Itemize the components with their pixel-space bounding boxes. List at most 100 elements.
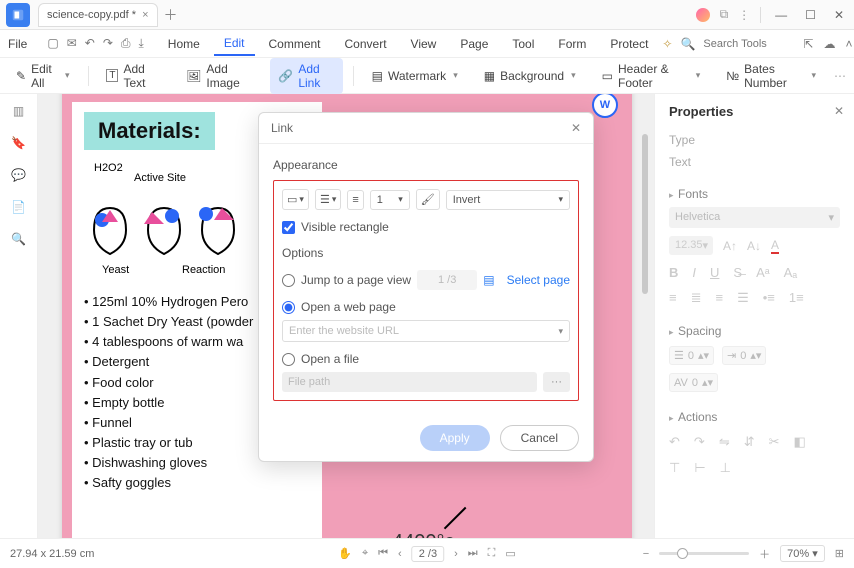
font-size-select[interactable]: 12.35▾ bbox=[669, 236, 713, 255]
rotate-right-icon[interactable]: ↷ bbox=[694, 434, 705, 450]
page-indicator[interactable]: 2 /3 bbox=[412, 546, 444, 562]
comments-icon[interactable]: 💬 bbox=[11, 168, 26, 182]
italic-icon[interactable]: I bbox=[692, 265, 696, 280]
align-center-icon[interactable]: ≣ bbox=[691, 290, 702, 306]
visible-rectangle-checkbox[interactable]: Visible rectangle bbox=[282, 220, 570, 234]
rotate-left-icon[interactable]: ↶ bbox=[669, 434, 680, 450]
zoom-in-icon[interactable]: ＋ bbox=[759, 546, 770, 562]
browse-button[interactable]: ··· bbox=[543, 372, 570, 392]
subscript-icon[interactable]: Aₐ bbox=[784, 265, 798, 280]
word-export-badge[interactable]: W bbox=[592, 94, 618, 118]
open-icon[interactable]: ▢ bbox=[47, 36, 58, 51]
highlight-select[interactable]: Invert▾ bbox=[446, 190, 570, 210]
decrease-font-icon[interactable]: A↓ bbox=[747, 239, 761, 253]
underline-icon[interactable]: U bbox=[710, 265, 719, 280]
zoom-value[interactable]: 70% ▾ bbox=[780, 545, 825, 562]
add-link-button[interactable]: 🔗 Add Link bbox=[270, 58, 342, 94]
menu-page[interactable]: Page bbox=[450, 33, 498, 55]
file-path-input[interactable]: File path bbox=[282, 372, 537, 392]
list-number-icon[interactable]: 1≡ bbox=[789, 290, 804, 306]
menu-edit[interactable]: Edit bbox=[214, 32, 255, 56]
tab-close-icon[interactable]: × bbox=[142, 9, 148, 21]
search-panel-icon[interactable]: 🔍 bbox=[11, 232, 26, 246]
edit-all-button[interactable]: ✎ Edit All▾ bbox=[8, 58, 78, 94]
fit-width-icon[interactable]: ⊞ bbox=[835, 547, 844, 560]
line-spacing-input[interactable]: ☰ 0 ▴▾ bbox=[669, 346, 714, 365]
menu-convert[interactable]: Convert bbox=[335, 33, 397, 55]
align-top-icon[interactable]: ⊤ bbox=[669, 460, 680, 476]
reading-mode-icon[interactable]: ▭ bbox=[505, 547, 515, 560]
undo-icon[interactable]: ↶ bbox=[85, 36, 95, 51]
opacity-icon[interactable]: ◧ bbox=[794, 434, 806, 450]
last-page-icon[interactable]: ⏭ bbox=[468, 547, 478, 560]
document-tab[interactable]: science-copy.pdf * × bbox=[38, 3, 158, 27]
link-style-select[interactable]: ▭ ▾ bbox=[282, 189, 309, 210]
apply-button[interactable]: Apply bbox=[420, 425, 490, 451]
jump-to-page-option[interactable]: Jump to a page view 1 /3 ▤ Select page bbox=[282, 270, 570, 290]
align-middle-icon[interactable]: ⊢ bbox=[694, 460, 705, 476]
more-icon[interactable]: ⋮ bbox=[738, 8, 750, 22]
font-family-select[interactable]: Helvetica▾ bbox=[669, 207, 840, 228]
close-button[interactable]: ✕ bbox=[830, 6, 848, 24]
superscript-icon[interactable]: Aᵃ bbox=[756, 265, 770, 280]
align-left-icon[interactable]: ≡ bbox=[669, 290, 677, 306]
add-text-button[interactable]: T Add Text bbox=[98, 58, 168, 94]
prev-page-icon[interactable]: ‹ bbox=[398, 548, 402, 560]
select-tool-icon[interactable]: ⌖ bbox=[362, 547, 368, 560]
save-icon[interactable]: ⤓ bbox=[138, 36, 143, 51]
char-spacing-input[interactable]: AV 0 ▴▾ bbox=[669, 373, 718, 392]
open-file-option[interactable]: Open a file bbox=[282, 352, 570, 366]
hand-tool-icon[interactable]: ✋ bbox=[338, 547, 352, 560]
menu-home[interactable]: Home bbox=[158, 33, 210, 55]
flip-h-icon[interactable]: ⇋ bbox=[719, 434, 730, 450]
redo-icon[interactable]: ↷ bbox=[103, 36, 113, 51]
chevron-up-icon[interactable]: ˄ bbox=[845, 37, 852, 51]
menu-comment[interactable]: Comment bbox=[259, 33, 331, 55]
cloud-icon[interactable]: ☁ bbox=[823, 37, 835, 51]
jump-page-field[interactable]: 1 /3 bbox=[417, 270, 477, 290]
fit-page-icon[interactable]: ⛶ bbox=[488, 547, 496, 560]
align-bottom-icon[interactable]: ⊥ bbox=[720, 460, 731, 476]
first-page-icon[interactable]: ⏮ bbox=[378, 547, 388, 560]
watermark-button[interactable]: ▤ Watermark▾ bbox=[364, 65, 466, 87]
url-input[interactable]: Enter the website URL▾ bbox=[282, 320, 570, 342]
cancel-button[interactable]: Cancel bbox=[500, 425, 579, 451]
bates-number-button[interactable]: № Bates Number▾ bbox=[718, 58, 824, 94]
crop-icon[interactable]: ✂ bbox=[769, 434, 780, 450]
minimize-button[interactable]: ― bbox=[771, 6, 791, 24]
background-button[interactable]: ▦ Background▾ bbox=[476, 65, 584, 87]
menu-form[interactable]: Form bbox=[548, 33, 596, 55]
font-color-icon[interactable]: A bbox=[771, 238, 779, 254]
bookmarks-icon[interactable]: 🔖 bbox=[11, 136, 26, 150]
properties-close-icon[interactable]: ✕ bbox=[834, 104, 844, 118]
attachments-icon[interactable]: 📄 bbox=[11, 200, 26, 214]
open-web-option[interactable]: Open a web page bbox=[282, 300, 570, 314]
header-footer-button[interactable]: ▭ Header & Footer▾ bbox=[594, 58, 709, 94]
list-bullet-icon[interactable]: •≡ bbox=[763, 290, 775, 306]
export-icon[interactable]: ⇱ bbox=[803, 37, 813, 51]
toolbar-more-icon[interactable]: ⋯ bbox=[834, 69, 846, 83]
vertical-scrollbar[interactable] bbox=[640, 94, 650, 538]
strike-icon[interactable]: S̶ bbox=[733, 265, 742, 280]
zoom-slider[interactable] bbox=[659, 552, 749, 555]
next-page-icon[interactable]: › bbox=[454, 548, 458, 560]
align-right-icon[interactable]: ≡ bbox=[716, 290, 724, 306]
menu-protect[interactable]: Protect bbox=[600, 33, 658, 55]
select-page-link[interactable]: Select page bbox=[507, 273, 570, 287]
flip-v-icon[interactable]: ⇵ bbox=[744, 434, 755, 450]
share-icon[interactable]: ⧉ bbox=[720, 7, 729, 22]
actions-section[interactable]: Actions bbox=[669, 410, 840, 424]
line-style-select[interactable]: ☰ ▾ bbox=[315, 189, 341, 210]
line-dash-select[interactable]: ≡ bbox=[347, 190, 363, 210]
bold-icon[interactable]: B bbox=[669, 265, 678, 280]
menu-tool[interactable]: Tool bbox=[502, 33, 544, 55]
indent-input[interactable]: ⇥ 0 ▴▾ bbox=[722, 346, 766, 365]
color-picker[interactable]: 🖌 bbox=[416, 189, 440, 210]
maximize-button[interactable]: ☐ bbox=[801, 6, 820, 24]
fonts-section[interactable]: Fonts bbox=[669, 187, 840, 201]
increase-font-icon[interactable]: A↑ bbox=[723, 239, 737, 253]
account-icon[interactable] bbox=[696, 8, 710, 22]
search-input[interactable] bbox=[703, 38, 793, 50]
add-image-button[interactable]: 🖼 Add Image bbox=[178, 58, 260, 94]
menu-view[interactable]: View bbox=[401, 33, 447, 55]
